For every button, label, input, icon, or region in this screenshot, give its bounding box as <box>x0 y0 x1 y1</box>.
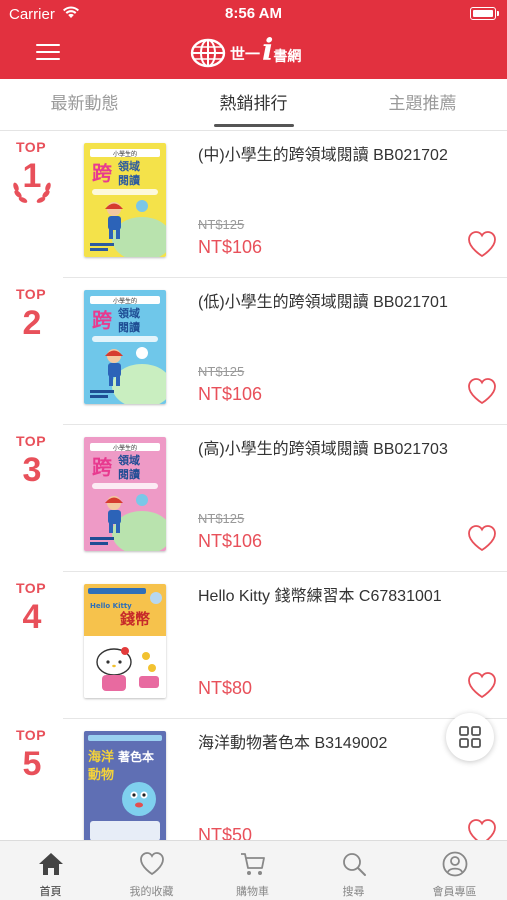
tab-latest[interactable]: 最新動態 <box>0 79 169 131</box>
rank-number: 5 <box>22 745 42 783</box>
book-row[interactable]: TOP 3 小學生的 跨 領域 閱讀 (高)小學生的跨領域閱讀 BB021703… <box>0 425 507 572</box>
rank-number: 2 <box>22 304 42 342</box>
heart-icon[interactable] <box>467 524 497 552</box>
cover-title3-text: 動物 <box>88 767 114 783</box>
nav-member[interactable]: 會員專區 <box>404 841 505 900</box>
book-title[interactable]: Hello Kitty 錢幣練習本 C67831001 <box>198 582 442 606</box>
nav-home[interactable]: 首頁 <box>0 841 101 900</box>
nav-label: 首頁 <box>39 886 62 898</box>
book-title[interactable]: 海洋動物著色本 B3149002 <box>198 729 387 753</box>
cover-sub2-text: 閱讀 <box>118 320 140 334</box>
heart-icon[interactable] <box>467 377 497 405</box>
book-cover[interactable]: Hello Kitty 錢幣 <box>84 584 166 698</box>
rank-label: TOP <box>16 580 47 596</box>
cover-title-text: 錢幣 <box>120 610 150 628</box>
cover-sub-text: 領域 <box>117 306 140 320</box>
sale-price: NT$80 <box>198 678 253 698</box>
cover-sub2-text: 閱讀 <box>118 467 140 481</box>
cover-sub-text: 領域 <box>117 453 140 467</box>
globe-logo-icon <box>190 38 226 68</box>
grid-icon <box>459 726 481 748</box>
rank-label: TOP <box>16 286 47 302</box>
tab-featured[interactable]: 主題推薦 <box>338 79 507 131</box>
sale-price: NT$106 <box>198 237 263 257</box>
cover-series-text: 小學生的 <box>113 297 137 305</box>
rank-number: 3 <box>22 451 42 489</box>
cover-sub2-text: 閱讀 <box>118 173 140 187</box>
hamburger-icon <box>36 44 60 46</box>
book-title[interactable]: (中)小學生的跨領域閱讀 BB021702 <box>198 141 448 165</box>
search-icon <box>343 853 366 876</box>
book-cover[interactable]: 海洋 著色本 動物 <box>84 731 166 845</box>
battery-icon <box>470 7 499 20</box>
rank-label: TOP <box>16 433 47 449</box>
original-price: NT$125 <box>198 511 245 526</box>
cover-series-text: 小學生的 <box>113 150 137 158</box>
cover-main-text: 跨 <box>92 455 113 479</box>
nav-label: 我的收藏 <box>129 886 174 898</box>
book-cover[interactable]: 小學生的 跨 領域 閱讀 <box>84 437 166 551</box>
book-cover[interactable]: 小學生的 跨 領域 閱讀 <box>84 143 166 257</box>
cover-main-text: 跨 <box>92 161 113 185</box>
heart-icon[interactable] <box>467 671 497 699</box>
nav-label: 會員專區 <box>432 886 477 898</box>
app-header: Carrier 8:56 AM 世一 i 書網 <box>0 0 507 79</box>
book-row[interactable]: TOP 2 小學生的 跨 領域 閱讀 (低)小學生的跨領域閱讀 BB021701… <box>0 278 507 425</box>
cover-brand-text: Hello Kitty <box>90 602 132 610</box>
nav-label: 搜尋 <box>342 886 365 898</box>
nav-cart[interactable]: 購物車 <box>202 841 303 900</box>
active-tab-indicator <box>214 124 294 127</box>
logo-text-2: 書網 <box>273 48 302 64</box>
rank-label: TOP <box>16 727 47 743</box>
logo-i: i <box>262 32 274 68</box>
sale-price: NT$106 <box>198 531 263 551</box>
rank-number: 4 <box>22 598 42 636</box>
cover-title1-text: 海洋 <box>88 749 114 765</box>
book-row[interactable]: TOP 1 小學生的 跨 領域 閱讀 (中)小學生的跨領域閱讀 BB021702… <box>0 131 507 278</box>
sale-price: NT$106 <box>198 384 263 404</box>
bottom-nav: 首頁 我的收藏 購物車 搜尋 會員專區 <box>0 840 507 900</box>
original-price: NT$125 <box>198 364 245 379</box>
book-title[interactable]: (高)小學生的跨領域閱讀 BB021703 <box>198 435 448 459</box>
menu-button[interactable] <box>36 42 60 62</box>
heart-icon <box>140 852 164 876</box>
book-cover[interactable]: 小學生的 跨 領域 閱讀 <box>84 290 166 404</box>
home-icon <box>39 853 63 875</box>
grid-view-button[interactable] <box>446 713 494 761</box>
status-time: 8:56 AM <box>225 5 282 22</box>
cover-series-text: 小學生的 <box>113 444 137 452</box>
original-price: NT$125 <box>198 217 245 232</box>
cart-icon <box>241 853 265 875</box>
nav-label: 購物車 <box>236 886 269 898</box>
rank-label: TOP <box>16 139 47 155</box>
heart-icon[interactable] <box>467 230 497 258</box>
brand-logo[interactable]: 世一 i 書網 <box>190 33 302 69</box>
nav-search[interactable]: 搜尋 <box>303 841 404 900</box>
nav-favorites[interactable]: 我的收藏 <box>101 841 202 900</box>
book-row[interactable]: TOP 4 Hello Kitty 錢幣 Hello Kitty 錢幣練習本 C… <box>0 572 507 719</box>
user-icon <box>442 851 468 877</box>
cover-main-text: 跨 <box>92 308 113 332</box>
book-title[interactable]: (低)小學生的跨領域閱讀 BB021701 <box>198 288 448 312</box>
logo-text: 世一 <box>230 45 261 63</box>
cover-title2-text: 著色本 <box>117 749 154 764</box>
rank-number: 1 <box>22 157 42 195</box>
cover-sub-text: 領域 <box>117 159 140 173</box>
status-bar: Carrier 8:56 AM <box>0 0 507 28</box>
